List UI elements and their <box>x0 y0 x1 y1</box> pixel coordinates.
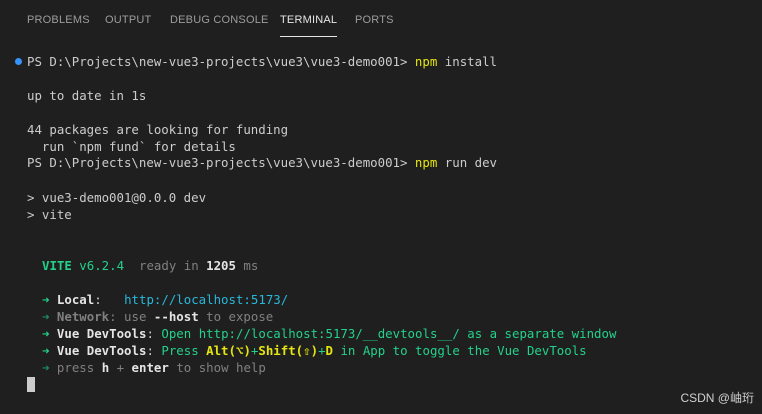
funding-line-2: run `npm fund` for details <box>27 139 236 154</box>
help-press-text: press <box>56 360 102 375</box>
vite-ready-line: VITE v6.2.4 ready in 1205 ms <box>42 257 258 274</box>
shift-key: Shift(⇧) <box>258 343 319 358</box>
tab-debug-console[interactable]: DEBUG CONSOLE <box>170 14 269 26</box>
devtools-toggle-line: ➜ Vue DevTools: Press Alt(⌥)+Shift(⇧)+D … <box>42 342 587 359</box>
local-url-line: ➜ Local: http://localhost:5173/ <box>42 291 288 308</box>
tab-terminal[interactable]: TERMINAL <box>280 14 338 37</box>
local-label: Local <box>56 292 95 307</box>
devtools-open-text: Open <box>161 326 199 341</box>
devtools-label: Vue DevTools <box>56 343 147 358</box>
devtools-open-line: ➜ Vue DevTools: Open http://localhost:51… <box>42 325 616 342</box>
npm-keyword: npm <box>414 155 438 170</box>
ready-in-text: ready in <box>124 258 207 273</box>
press-text: Press <box>161 343 207 358</box>
devtools-colon: : <box>146 343 162 358</box>
ms-unit: ms <box>235 258 259 273</box>
d-key: D <box>325 343 333 358</box>
terminal-cursor <box>27 377 35 392</box>
local-colon: : <box>94 292 125 307</box>
network-label: Network <box>56 309 110 324</box>
watermark: CSDN @岫珩 <box>680 391 754 405</box>
devtools-url-link[interactable]: http://localhost:5173/__devtools__/ <box>199 326 460 341</box>
network-expose-text: to expose <box>198 309 274 324</box>
prompt-text: PS D:\Projects\new-vue3-projects\vue3\vu… <box>27 155 415 170</box>
vite-version: v6.2.4 <box>71 258 125 273</box>
host-flag: --host <box>153 309 199 324</box>
ready-ms-value: 1205 <box>206 258 236 273</box>
help-line: ➜ press h + enter to show help <box>42 359 266 376</box>
network-text: : use <box>109 309 154 324</box>
devtools-window-text: as a separate window <box>459 326 617 341</box>
devtools-colon: : <box>146 326 162 341</box>
help-rest-text: to show help <box>168 360 266 375</box>
arrow-icon: ➜ <box>42 343 57 358</box>
command-args: install <box>437 54 497 69</box>
command-line-install: PS D:\Projects\new-vue3-projects\vue3\vu… <box>27 53 497 70</box>
arrow-icon: ➜ <box>42 309 57 324</box>
script-line-2: > vite <box>27 207 72 222</box>
enter-key: enter <box>131 360 169 375</box>
alt-key: Alt(⌥) <box>206 343 251 358</box>
network-line: ➜ Network: use --host to expose <box>42 308 273 325</box>
arrow-icon: ➜ <box>42 360 57 375</box>
tab-ports[interactable]: PORTS <box>355 14 394 26</box>
local-url-link[interactable]: http://localhost:5173/ <box>124 292 288 307</box>
arrow-icon: ➜ <box>42 326 57 341</box>
npm-keyword: npm <box>414 54 438 69</box>
plus-sign: + <box>318 343 326 358</box>
tab-output[interactable]: OUTPUT <box>105 14 151 26</box>
script-line-1: > vue3-demo001@0.0.0 dev <box>27 190 207 205</box>
tab-problems[interactable]: PROBLEMS <box>27 14 90 26</box>
funding-line-1: 44 packages are looking for funding <box>27 122 289 137</box>
help-plus: + <box>109 360 132 375</box>
terminal-panel: PROBLEMS OUTPUT DEBUG CONSOLE TERMINAL P… <box>0 0 762 414</box>
terminal-output[interactable]: PS D:\Projects\new-vue3-projects\vue3\vu… <box>0 52 762 402</box>
devtools-label: Vue DevTools <box>56 326 147 341</box>
command-decoration-icon[interactable] <box>15 58 22 65</box>
prompt-text: PS D:\Projects\new-vue3-projects\vue3\vu… <box>27 54 415 69</box>
arrow-icon: ➜ <box>42 292 57 307</box>
command-args: run dev <box>437 155 497 170</box>
vite-name: VITE <box>42 258 72 273</box>
up-to-date-line: up to date in 1s <box>27 88 147 103</box>
panel-tabs: PROBLEMS OUTPUT DEBUG CONSOLE TERMINAL P… <box>0 0 762 40</box>
toggle-text: in App to toggle the Vue DevTools <box>333 343 587 358</box>
command-line-dev: PS D:\Projects\new-vue3-projects\vue3\vu… <box>27 154 497 171</box>
